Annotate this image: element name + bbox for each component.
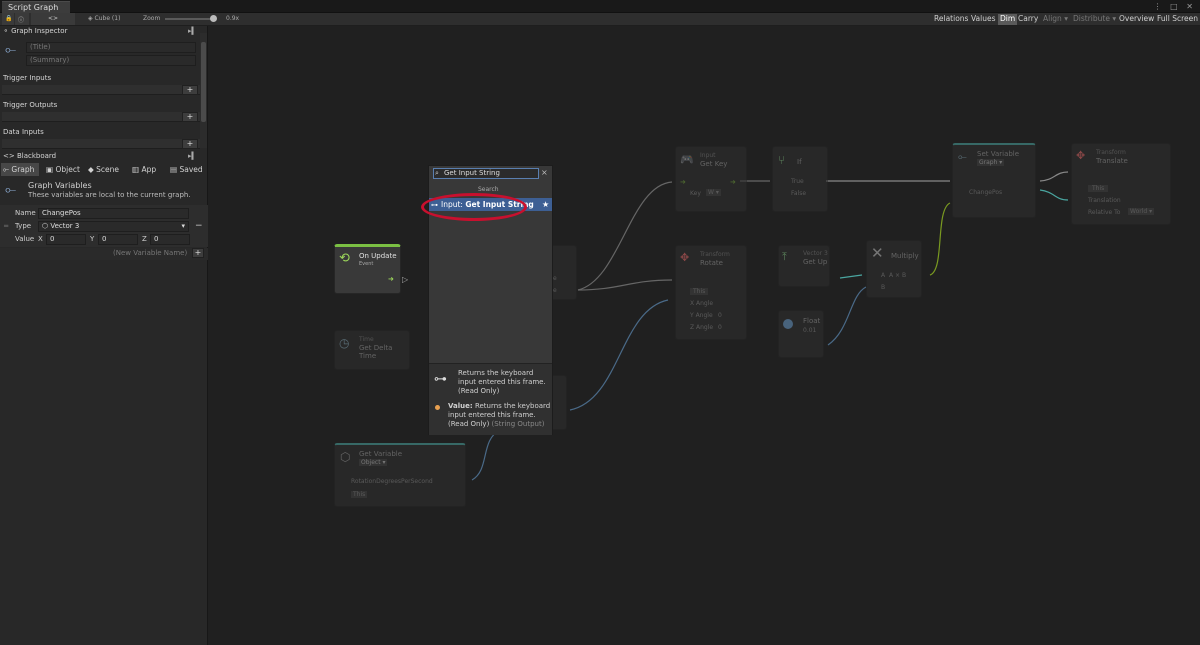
search-input[interactable]: Get Input String bbox=[433, 168, 539, 179]
flow-in-icon[interactable]: ➜ bbox=[680, 178, 686, 186]
data-line-rotation bbox=[569, 299, 669, 411]
delta-time-head: Time bbox=[359, 336, 374, 343]
node-rotate[interactable]: ✥ Transform Rotate This X Angle Y Angle … bbox=[675, 245, 747, 340]
data-line-up bbox=[839, 274, 863, 279]
translate-target[interactable]: This bbox=[1088, 185, 1109, 192]
clear-search-icon[interactable]: × bbox=[541, 168, 548, 177]
rotate-target[interactable]: This bbox=[690, 288, 709, 295]
rotate-y: Y Angle bbox=[690, 312, 713, 319]
transform-icon: ✥ bbox=[1076, 149, 1086, 162]
multiply-formula: A × B bbox=[889, 272, 907, 279]
node-if[interactable]: ⑂ If True False bbox=[772, 146, 828, 212]
on-update-title: On Update bbox=[359, 252, 397, 260]
rotate-z: Z Angle bbox=[690, 324, 714, 331]
translate-title: Translate bbox=[1096, 157, 1128, 165]
key-port: Key bbox=[690, 190, 701, 197]
rotate-head: Transform bbox=[700, 251, 730, 258]
multiply-a: A bbox=[881, 272, 886, 279]
get-variable-kind[interactable]: Object ▾ bbox=[359, 459, 388, 466]
transform-icon: ✥ bbox=[680, 251, 690, 264]
float-icon bbox=[783, 319, 793, 329]
multiply-title: Multiply bbox=[891, 252, 919, 260]
rotate-x: X Angle bbox=[690, 300, 714, 307]
search-icon: ⌕ bbox=[435, 169, 439, 177]
rotate-y-val[interactable]: 0 bbox=[718, 312, 722, 319]
flow-out-icon[interactable]: ➜ bbox=[388, 275, 394, 283]
node-multiply[interactable]: ✕ Multiply A A × B B bbox=[866, 240, 922, 298]
description-text: Returns the keyboard input entered this … bbox=[458, 369, 546, 395]
set-variable-kind[interactable]: Graph ▾ bbox=[977, 159, 1005, 166]
connections-layer bbox=[471, 171, 1069, 481]
on-update-sub: Event bbox=[359, 261, 374, 267]
rotate-title: Rotate bbox=[700, 259, 723, 267]
translate-relative: Relative To bbox=[1088, 209, 1121, 216]
flow-out-icon[interactable]: ➜ bbox=[730, 178, 736, 186]
node-set-variable[interactable]: ⟜ Set Variable Graph ▾ ChangePos bbox=[952, 143, 1036, 218]
multiply-b: B bbox=[881, 284, 886, 291]
flow-line-translate bbox=[1039, 171, 1069, 182]
get-variable-title: Get Variable bbox=[359, 450, 403, 458]
vector-icon: ⤒ bbox=[782, 250, 787, 263]
translate-translation: Translation bbox=[1088, 197, 1121, 204]
gamepad-icon: ⊶ bbox=[434, 372, 447, 387]
value-port-icon bbox=[435, 405, 440, 410]
get-key-title: Get Key bbox=[700, 160, 728, 168]
data-line-multiply bbox=[929, 202, 951, 276]
float-title: Float bbox=[803, 317, 821, 325]
flow-port-icon[interactable]: ▷ bbox=[402, 275, 408, 284]
favorite-star-icon[interactable]: ★ bbox=[542, 200, 549, 209]
highlight-ring bbox=[421, 193, 527, 221]
gamepad-icon: 🎮 bbox=[680, 153, 694, 166]
data-line-translation bbox=[1039, 189, 1069, 201]
node-float[interactable]: Float 0.01 bbox=[778, 310, 824, 358]
flow-line-rotate bbox=[577, 279, 673, 291]
float-value[interactable]: 0.01 bbox=[803, 327, 816, 334]
node-get-key[interactable]: 🎮 Input Get Key ➜ ➜ Key W ▾ bbox=[675, 146, 747, 212]
key-dropdown[interactable]: W ▾ bbox=[706, 189, 721, 196]
data-line-getvar bbox=[471, 429, 501, 481]
translate-head: Transform bbox=[1096, 149, 1126, 156]
vec-head: Vector 3 bbox=[803, 250, 828, 257]
clock-icon: ◷ bbox=[339, 336, 350, 350]
set-variable-title: Set Variable bbox=[977, 150, 1020, 158]
if-false: False bbox=[791, 190, 807, 197]
get-key-head: Input bbox=[700, 152, 716, 159]
node-get-delta-time[interactable]: ◷ Time Get Delta Time bbox=[334, 330, 410, 370]
graph-icon-node: ⟜ bbox=[958, 150, 967, 163]
cube-icon: ⬡ bbox=[340, 450, 351, 464]
value-description: Value: Returns the keyboard input entere… bbox=[448, 402, 551, 428]
flow-line-getkey bbox=[577, 181, 673, 291]
node-translate[interactable]: ✥ Transform Translate This Translation R… bbox=[1071, 143, 1171, 225]
node-vector3-up[interactable]: ⤒ Vector 3 Get Up bbox=[778, 245, 830, 287]
if-title: If bbox=[797, 158, 802, 166]
branch-icon: ⑂ bbox=[778, 153, 786, 167]
get-variable-target[interactable]: This bbox=[351, 491, 368, 498]
get-variable-name[interactable]: RotationDegreesPerSecond bbox=[351, 478, 433, 485]
update-icon: ⟲ bbox=[339, 251, 350, 266]
vec-title: Get Up bbox=[803, 258, 828, 266]
node-get-variable[interactable]: ⬡ Get Variable Object ▾ RotationDegreesP… bbox=[334, 443, 466, 507]
delta-time-title: Get Delta Time bbox=[359, 344, 393, 360]
search-section-label: Search bbox=[478, 186, 499, 193]
rotate-z-val[interactable]: 0 bbox=[718, 324, 722, 331]
set-variable-name[interactable]: ChangePos bbox=[969, 189, 1002, 196]
data-line-float bbox=[827, 286, 867, 346]
multiply-icon: ✕ bbox=[871, 244, 884, 262]
if-true: True bbox=[791, 178, 804, 185]
translate-relative-dropdown[interactable]: World ▾ bbox=[1128, 208, 1155, 215]
node-on-update[interactable]: ⟲ On Update Event ➜ bbox=[334, 244, 401, 294]
